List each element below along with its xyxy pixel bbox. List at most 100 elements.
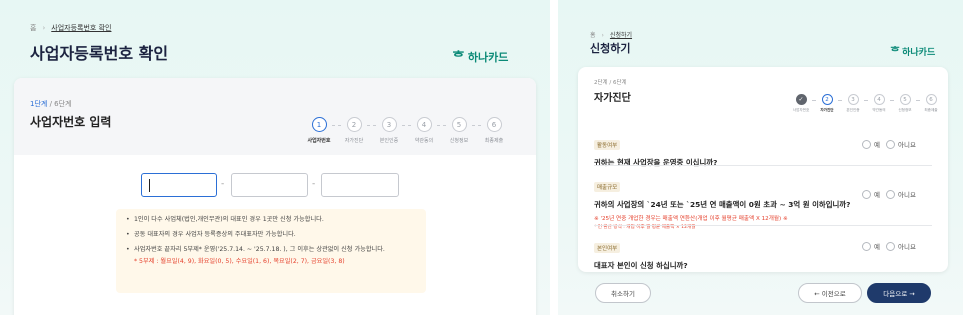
progress-steps: ✓ 사업자번호 2 자가진단 3 본인인증 4 약관동의 5 신청정보 6 최종… xyxy=(790,94,942,113)
page-title: 사업자등록번호 확인 xyxy=(30,44,169,63)
step-5-circle: 5 xyxy=(899,94,911,105)
question-text: 귀하의 사업장의 `24년 또는 `25년 연 매출액이 0원 초과 ~ 3억 … xyxy=(594,200,851,209)
step-6-label: 최종제출 xyxy=(924,108,938,112)
step-6-label: 최종제출 xyxy=(484,138,504,144)
hana-logo-icon: ᄒ xyxy=(452,50,465,66)
radio-no[interactable]: 아니요 xyxy=(885,189,916,199)
radio-no[interactable]: 아니요 xyxy=(885,139,916,149)
prev-button[interactable]: ← 이전으로 xyxy=(798,283,862,303)
step-6-circle: 6 xyxy=(925,94,937,105)
self-diagnosis-panel: 홈 › 신청하기 신청하기 ᄒ 하나카드 2단계 / 6단계 자가진단 ✓ 사업자번… xyxy=(558,0,963,315)
question-3: 본인여부 대표자 본인이 신청 하십니까? xyxy=(594,235,688,271)
question-note: ※ '25년 연중 개업한 경우는 매출액 연환산(개업 이후 월평균 매출액 … xyxy=(594,216,788,222)
step-connector xyxy=(402,125,411,126)
step-4-label: 약관동의 xyxy=(872,108,886,112)
radio-yes[interactable]: 예 xyxy=(862,241,880,251)
business-number-field-2[interactable] xyxy=(231,173,308,197)
notice-item: 사업자번호 끝자리 5부제* 운영('25.7.14. ~ '25.7.18. … xyxy=(126,247,416,265)
hana-card-logo[interactable]: ᄒ 하나카드 xyxy=(890,43,935,59)
breadcrumb: 홈 › 사업자등록번호 확인 xyxy=(30,23,111,33)
question-1-options: 예 아니요 xyxy=(856,139,916,149)
hana-card-logo[interactable]: ᄒ 하나카드 xyxy=(452,47,508,67)
radio-circle-icon[interactable] xyxy=(862,241,871,251)
radio-yes[interactable]: 예 xyxy=(862,139,880,149)
question-tag: 본인여부 xyxy=(594,243,621,253)
step-current: 1단계 xyxy=(30,100,48,108)
business-number-field-1[interactable] xyxy=(141,173,217,197)
breadcrumb: 홈 › 신청하기 xyxy=(590,30,632,39)
step-4-circle: 4 xyxy=(873,94,885,105)
step-indicator: 2단계 / 6단계 xyxy=(594,80,627,86)
divider xyxy=(594,165,932,166)
step-connector xyxy=(367,125,376,126)
business-number-field-3[interactable] xyxy=(321,173,399,197)
step-5: 5 신청정보 xyxy=(894,94,916,113)
question-tag: 활동여부 xyxy=(594,140,621,150)
step-connector xyxy=(437,125,446,126)
step-5-label: 신청정보 xyxy=(898,108,912,112)
step-2-circle: 2 xyxy=(821,94,833,105)
step-6-circle: 6 xyxy=(486,117,502,132)
step-1-label: 사업자번호 xyxy=(792,108,810,112)
notice-item: 1인이 다수 사업체(법인,개인무관)의 대표인 경우 1곳만 신청 가능합니다… xyxy=(126,216,416,223)
radio-label: 예 xyxy=(874,243,880,251)
radio-circle-icon[interactable] xyxy=(862,139,871,149)
hyphen: - xyxy=(312,179,316,189)
step-3-circle: 3 xyxy=(847,94,859,105)
question-text: 대표자 본인이 신청 하십니까? xyxy=(594,261,688,270)
notice-red-text: * 5부제 : 월요일(4, 9), 화요일(0, 5), 수요일(1, 6),… xyxy=(134,257,345,265)
step-3-label: 본인인증 xyxy=(379,138,399,144)
radio-circle-icon[interactable] xyxy=(862,189,871,199)
radio-yes[interactable]: 예 xyxy=(862,189,880,199)
step-3-circle: 3 xyxy=(381,117,397,132)
divider xyxy=(594,225,932,226)
breadcrumb-home[interactable]: 홈 xyxy=(30,24,36,32)
radio-no[interactable]: 아니요 xyxy=(885,241,916,251)
breadcrumb-separator: › xyxy=(42,24,46,32)
cancel-button[interactable]: 취소하기 xyxy=(595,283,651,303)
step-5-circle: 5 xyxy=(451,117,467,132)
step-5: 5 신청정보 xyxy=(446,117,472,144)
step-connector xyxy=(332,125,341,126)
breadcrumb-current[interactable]: 신청하기 xyxy=(610,32,632,39)
step-1-label: 사업자번호 xyxy=(307,138,331,144)
page-title: 신청하기 xyxy=(590,42,631,55)
breadcrumb-home[interactable]: 홈 xyxy=(590,32,596,39)
radio-circle-icon[interactable] xyxy=(885,189,895,199)
breadcrumb-current[interactable]: 사업자등록번호 확인 xyxy=(51,24,111,32)
step-1: ✓ 사업자번호 xyxy=(790,94,812,113)
hana-logo-icon: ᄒ xyxy=(890,45,901,58)
step-indicator: 1단계 / 6단계 xyxy=(30,99,72,109)
step-3-label: 본인인증 xyxy=(846,108,860,112)
step-2: 2 자가진단 xyxy=(816,94,838,113)
step-6: 6 최종제출 xyxy=(481,117,507,144)
step-3: 3 본인인증 xyxy=(842,94,864,113)
question-text: 귀하는 현재 사업장을 운영중 이십니까? xyxy=(594,158,718,167)
card-title: 사업자번호 입력 xyxy=(30,115,112,129)
step-total: / 6단계 xyxy=(47,100,72,108)
step-4: 4 약관동의 xyxy=(411,117,437,144)
business-number-panel: 홈 › 사업자등록번호 확인 사업자등록번호 확인 ᄒ 하나카드 1단계 / 6단계… xyxy=(0,0,550,315)
radio-label: 예 xyxy=(874,141,880,149)
question-2-options: 예 아니요 xyxy=(856,189,916,199)
step-2: 2 자가진단 xyxy=(341,117,367,144)
step-5-label: 신청정보 xyxy=(449,138,469,144)
logo-text: 하나카드 xyxy=(467,51,509,64)
question-3-options: 예 아니요 xyxy=(856,241,916,251)
card-title: 자가진단 xyxy=(594,93,631,104)
radio-circle-icon[interactable] xyxy=(885,139,895,149)
step-4-circle: 4 xyxy=(416,117,432,132)
next-button[interactable]: 다음으로 → xyxy=(867,283,931,303)
radio-circle-icon[interactable] xyxy=(885,241,895,251)
notice-item: 공동 대표자의 경우 사업자 등록증상의 주대표자만 가능합니다. xyxy=(126,231,416,238)
step-1-circle: 1 xyxy=(311,117,327,132)
step-1: 1 사업자번호 xyxy=(306,117,332,144)
step-connector xyxy=(472,125,481,126)
step-2-label: 자가진단 xyxy=(344,138,364,144)
hyphen: - xyxy=(221,179,225,189)
breadcrumb-separator: › xyxy=(601,32,604,39)
step-2-label: 자가진단 xyxy=(820,108,834,112)
step-2-circle: 2 xyxy=(346,117,362,132)
progress-steps: 1 사업자번호 2 자가진단 3 본인인증 4 약관동의 5 신청정보 6 최종… xyxy=(306,117,507,144)
question-2: 매출규모 귀하의 사업장의 `24년 또는 `25년 연 매출액이 0원 초과 … xyxy=(594,174,850,230)
